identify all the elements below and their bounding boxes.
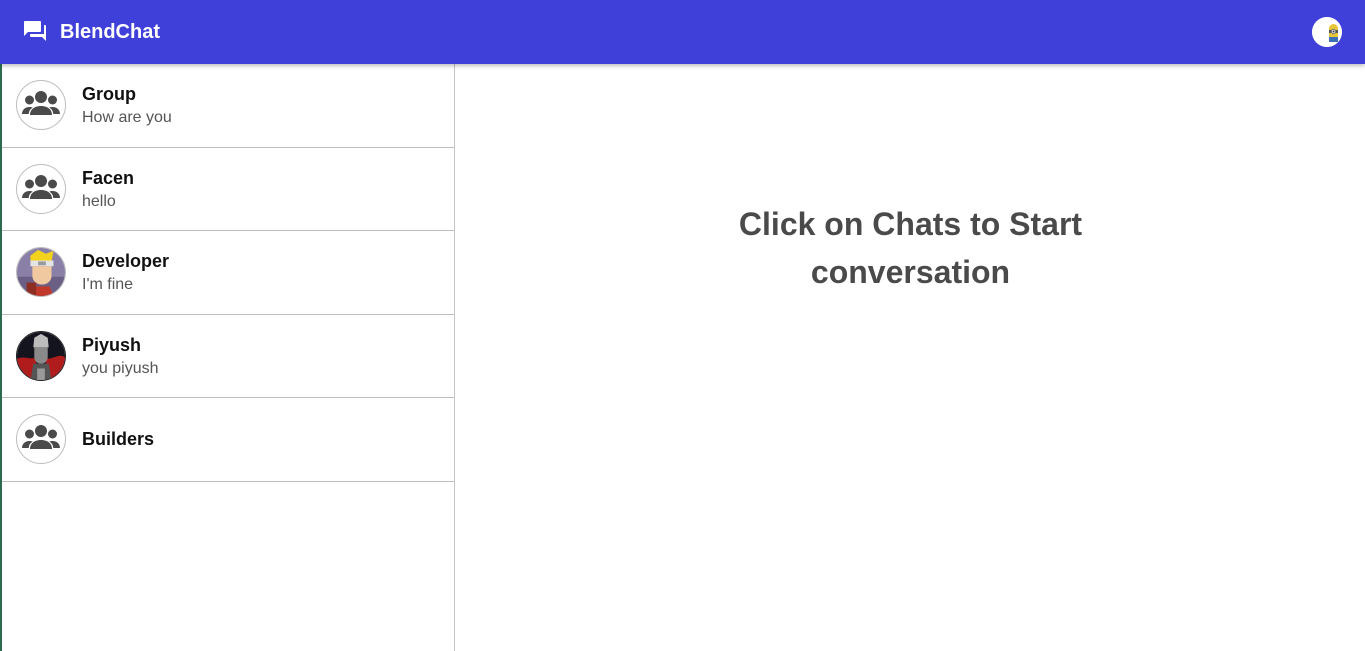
app-title: BlendChat: [60, 21, 160, 43]
user-avatar-photo: [16, 330, 66, 381]
chat-name: Group: [82, 84, 136, 104]
group-icon: [16, 163, 66, 214]
chat-name: Builders: [82, 429, 155, 449]
profile-avatar[interactable]: [1312, 17, 1342, 47]
user-avatar-photo: [16, 247, 66, 297]
chat-item-builders[interactable]: Builders: [2, 398, 454, 482]
empty-state-line2: conversation: [810, 254, 1011, 290]
chat-item-facen[interactable]: Facen hello: [2, 148, 454, 231]
empty-state-message: Click on Chats to Start conversation: [456, 200, 1365, 296]
empty-state-line1: Click on Chats to Start: [738, 206, 1083, 242]
chat-item-piyush[interactable]: Piyush you piyush: [2, 315, 454, 398]
forum-icon: [24, 21, 48, 43]
group-icon: [16, 414, 66, 464]
conversation-pane: Click on Chats to Start conversation: [456, 64, 1365, 651]
chat-last-message: How are you: [82, 109, 172, 126]
chat-name: Facen: [82, 167, 135, 188]
chat-item-developer[interactable]: Developer I'm fine: [2, 231, 454, 315]
chat-list: Group How are you Facen hello Developer …: [0, 64, 455, 651]
chat-item-group[interactable]: Group How are you: [2, 64, 454, 148]
chat-last-message: hello: [82, 192, 116, 210]
group-icon: [16, 80, 66, 130]
chat-last-message: I'm fine: [82, 276, 134, 293]
chat-name: Developer: [82, 251, 170, 271]
chat-last-message: you piyush: [82, 359, 159, 377]
app-bar: BlendChat: [0, 0, 1365, 64]
chat-name: Piyush: [82, 334, 142, 355]
